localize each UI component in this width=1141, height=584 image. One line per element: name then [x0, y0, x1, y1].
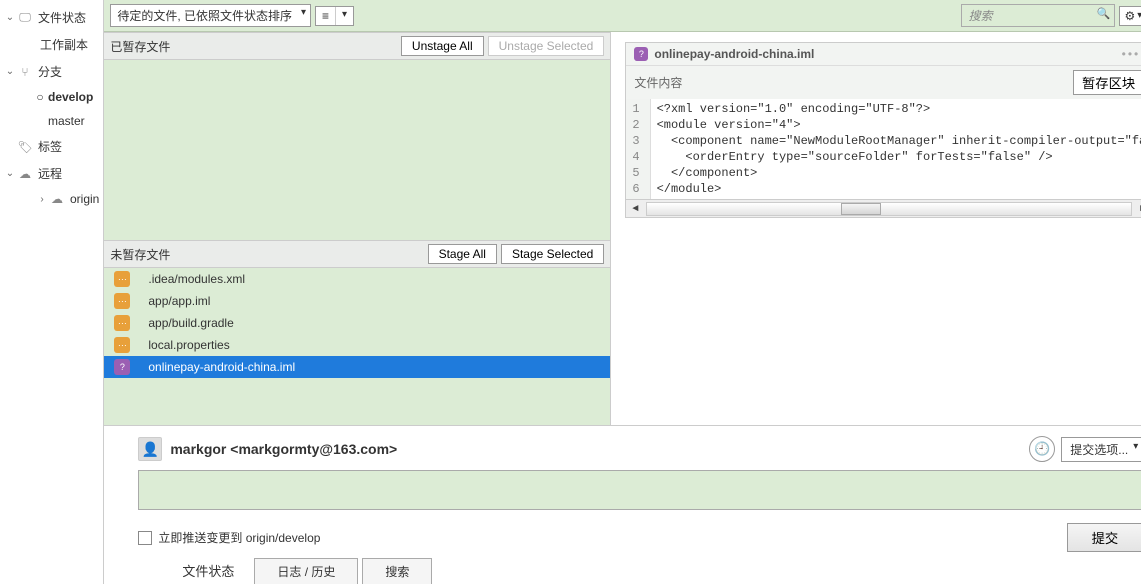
staged-files-list [104, 60, 610, 240]
unstage-selected-button[interactable]: Unstage Selected [488, 36, 605, 56]
list-view-icon[interactable]: ≡ [316, 7, 336, 25]
file-modified-icon: ··· [114, 271, 130, 287]
avatar: 👤 [138, 437, 162, 461]
diff-file-header: ? onlinepay-android-china.iml ••• [626, 43, 1141, 65]
monitor-icon: 🖵 [16, 10, 34, 25]
tab-file-status-label: 文件状态 [166, 557, 250, 584]
bottom-tabs: 文件状态 日志 / 历史 搜索 [138, 560, 1141, 584]
file-row[interactable]: ? onlinepay-android-china.iml [104, 356, 610, 378]
tag-icon: 🏷 [16, 140, 34, 154]
tab-search[interactable]: 搜索 [362, 558, 432, 584]
code-view: 1 2 3 4 5 6 <?xml version="1.0" encoding… [626, 99, 1141, 199]
stage-hunk-button[interactable]: 暂存区块 [1073, 70, 1141, 95]
diff-pane: ? onlinepay-android-china.iml ••• 文件内容 暂… [611, 32, 1141, 425]
line-numbers: 1 2 3 4 5 6 [626, 99, 650, 199]
sidebar-tags[interactable]: 🏷 标签 [0, 133, 103, 160]
sidebar-working-copy[interactable]: 工作副本 [0, 31, 103, 58]
gear-icon: ⚙ [1124, 9, 1135, 23]
file-modified-icon: ··· [114, 293, 130, 309]
file-name: app/build.gradle [148, 316, 233, 330]
chevron-down-icon: ⌄ [4, 66, 16, 77]
scroll-left-icon[interactable]: ◄ [626, 203, 644, 214]
commit-options-button[interactable]: 提交选项... [1061, 437, 1141, 462]
stage-all-button[interactable]: Stage All [428, 244, 497, 264]
commit-message-input[interactable] [138, 470, 1141, 510]
cloud-icon: ☁ [16, 167, 34, 181]
file-modified-icon: ··· [114, 315, 130, 331]
sidebar-branch-develop[interactable]: ○ develop [0, 85, 103, 109]
branch-icon: ⑂ [16, 65, 34, 79]
file-row[interactable]: ··· app/app.iml [104, 290, 610, 312]
horizontal-scrollbar[interactable]: ◄ ► [626, 199, 1141, 217]
sort-dropdown[interactable]: 待定的文件, 已依照文件状态排序 [110, 4, 311, 27]
dropdown-caret-icon[interactable]: ▾ [336, 7, 353, 25]
push-checkbox-label: 立即推送变更到 origin/develop [158, 529, 320, 546]
clock-icon[interactable]: 🕘 [1029, 436, 1055, 462]
cloud-icon: ☁ [48, 192, 66, 206]
file-unknown-icon: ? [634, 47, 648, 61]
file-row[interactable]: ··· local.properties [104, 334, 610, 356]
settings-button[interactable]: ⚙ ▾ [1119, 6, 1141, 26]
code-content: <?xml version="1.0" encoding="UTF-8"?> <… [651, 99, 1141, 199]
toolbar: 待定的文件, 已依照文件状态排序 ≡ ▾ 搜索 ⚙ ▾ [104, 0, 1141, 32]
file-row[interactable]: ··· app/build.gradle [104, 312, 610, 334]
commit-button[interactable]: 提交 [1067, 523, 1141, 552]
file-modified-icon: ··· [114, 337, 130, 353]
sidebar-branches[interactable]: ⌄ ⑂ 分支 [0, 58, 103, 85]
unstaged-files-list: ··· .idea/modules.xml ··· app/app.iml ··· app… [104, 268, 610, 425]
sidebar-remote-origin[interactable]: › ☁ origin [0, 187, 103, 211]
dropdown-caret-icon: ▾ [1137, 10, 1141, 21]
tab-log[interactable]: 日志 / 历史 [254, 558, 358, 584]
unstaged-header: 未暂存文件 Stage All Stage Selected [104, 240, 610, 268]
staged-header: 已暂存文件 Unstage All Unstage Selected [104, 32, 610, 60]
scroll-thumb[interactable] [841, 203, 881, 215]
scroll-right-icon[interactable]: ► [1134, 203, 1141, 214]
file-name: onlinepay-android-china.iml [148, 360, 295, 374]
current-branch-icon: ○ [36, 90, 44, 104]
chevron-right-icon: › [36, 194, 48, 205]
diff-menu-icon[interactable]: ••• [1118, 47, 1141, 61]
file-name: .idea/modules.xml [148, 272, 245, 286]
sidebar-file-status[interactable]: ⌄ 🖵 文件状态 [0, 4, 103, 31]
sidebar-remotes[interactable]: ⌄ ☁ 远程 [0, 160, 103, 187]
sidebar: ⌄ 🖵 文件状态 工作副本 ⌄ ⑂ 分支 ○ develop master 🏷 … [0, 0, 104, 584]
commit-panel: 👤 markgor <markgormty@163.com> 🕘 提交选项...… [104, 425, 1141, 584]
search-input[interactable]: 搜索 [961, 4, 1115, 27]
view-mode-group: ≡ ▾ [315, 6, 354, 26]
file-unknown-icon: ? [114, 359, 130, 375]
file-name: app/app.iml [148, 294, 210, 308]
push-checkbox[interactable] [138, 531, 152, 545]
file-row[interactable]: ··· .idea/modules.xml [104, 268, 610, 290]
sidebar-branch-master[interactable]: master [0, 109, 103, 133]
chevron-down-icon: ⌄ [4, 168, 16, 179]
stage-selected-button[interactable]: Stage Selected [501, 244, 604, 264]
main-area: 待定的文件, 已依照文件状态排序 ≡ ▾ 搜索 ⚙ ▾ 已暂存文件 Unstag… [104, 0, 1141, 584]
stage-pane: 已暂存文件 Unstage All Unstage Selected 未暂存文件… [104, 32, 611, 425]
file-name: local.properties [148, 338, 229, 352]
commit-author: markgor <markgormty@163.com> [170, 441, 397, 457]
chevron-down-icon: ⌄ [4, 12, 16, 23]
unstage-all-button[interactable]: Unstage All [401, 36, 484, 56]
